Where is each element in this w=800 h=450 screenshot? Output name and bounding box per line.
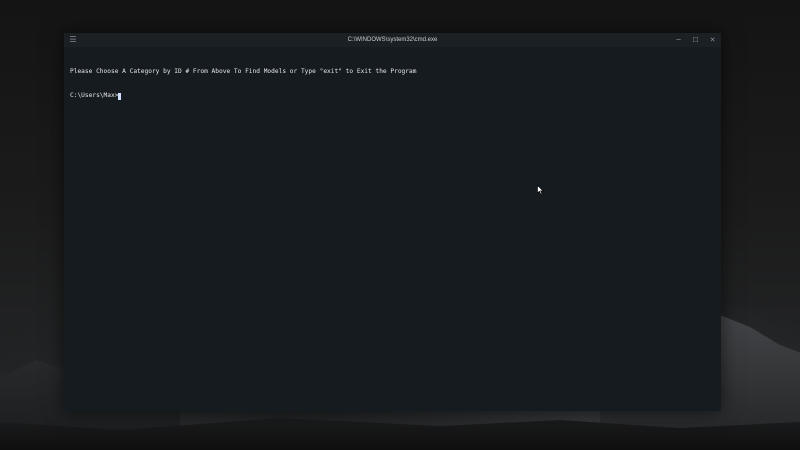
mouse-pointer-icon xyxy=(537,185,544,195)
window-title: C:\WINDOWS\system32\cmd.exe xyxy=(347,37,438,43)
terminal-line: Please Choose A Category by ID # From Ab… xyxy=(70,68,417,75)
terminal-output[interactable]: Please Choose A Category by ID # From Ab… xyxy=(70,52,715,407)
text-cursor xyxy=(118,92,122,100)
close-icon[interactable]: ✕ xyxy=(704,33,721,47)
window-controls: ─ ☐ ✕ xyxy=(670,33,721,47)
command-prompt: C:\Users\Max> xyxy=(70,92,119,99)
minimize-icon[interactable]: ─ xyxy=(670,33,687,47)
title-bar[interactable]: ☰ C:\WINDOWS\system32\cmd.exe ─ ☐ ✕ xyxy=(64,33,721,47)
cmd-window[interactable]: ☰ C:\WINDOWS\system32\cmd.exe ─ ☐ ✕ Plea… xyxy=(64,33,721,411)
prompt-line[interactable]: C:\Users\Max> xyxy=(70,92,715,100)
maximize-icon[interactable]: ☐ xyxy=(687,33,704,47)
